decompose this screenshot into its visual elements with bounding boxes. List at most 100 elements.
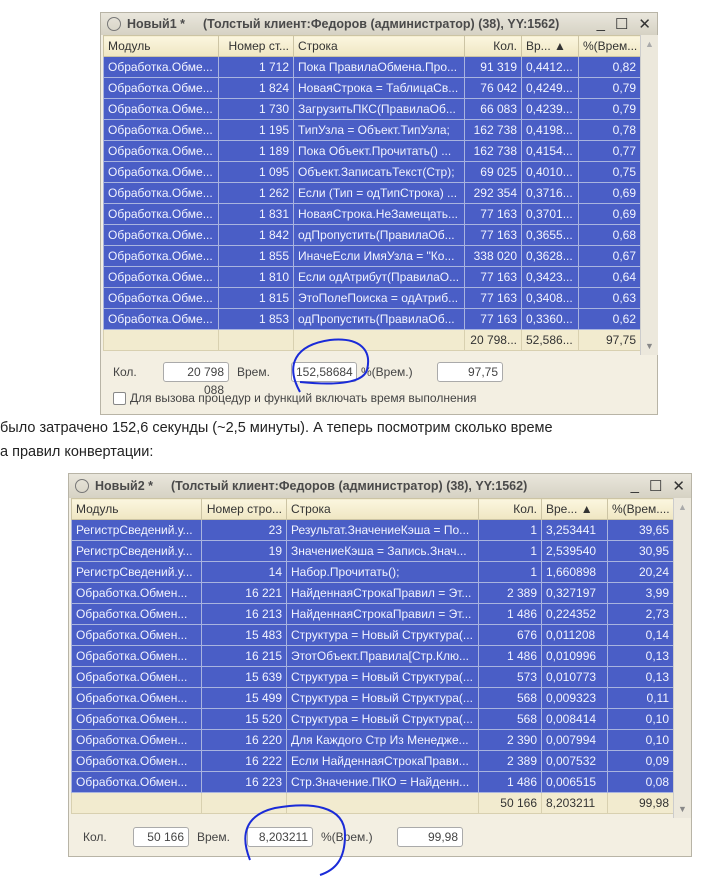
kol-field[interactable]: 50 166 bbox=[133, 827, 189, 847]
cell-time: 0,4249... bbox=[521, 77, 579, 99]
cell-code: ИначеЕсли ИмяУзла = "Ко... bbox=[293, 245, 465, 267]
cell-time-percent: 0,78 bbox=[578, 119, 641, 141]
cell-time-percent: 0,67 bbox=[578, 245, 641, 267]
table-row[interactable]: Обработка.Обме... 1 842 одПропустить(Прави… bbox=[103, 224, 641, 246]
kol-label: Кол. bbox=[113, 365, 137, 379]
cell-module: Обработка.Обмен... bbox=[71, 771, 202, 793]
cell-time: 1,660898 bbox=[541, 561, 608, 583]
table-row[interactable]: Обработка.Обме... 1 853 одПропустить(Прави… bbox=[103, 308, 641, 330]
cell-count: 162 738 bbox=[464, 119, 522, 141]
cell-count: 573 bbox=[478, 666, 542, 688]
cell-time-percent: 39,65 bbox=[607, 519, 674, 541]
table-row[interactable]: РегистрСведений.у... 19 ЗначениеКэша = Зап… bbox=[71, 540, 674, 562]
column-header-count[interactable]: Кол. bbox=[464, 35, 522, 57]
include-time-checkbox[interactable]: Для вызова процедур и функций включать в… bbox=[113, 391, 476, 405]
table-row[interactable]: Обработка.Обме... 1 824 НоваяСтрока = Табл… bbox=[103, 77, 641, 99]
table-row[interactable]: Обработка.Обме... 1 189 Пока Объект.Прочит… bbox=[103, 140, 641, 162]
table-row[interactable]: Обработка.Обме... 1 262 Если (Тип = одТипС… bbox=[103, 182, 641, 204]
table-row[interactable]: Обработка.Обме... 1 712 Пока ПравилаОбмена… bbox=[103, 56, 641, 78]
cell-module: РегистрСведений.у... bbox=[71, 561, 202, 583]
table-row[interactable]: Обработка.Обмен... 16 220 Для Каждого Стр … bbox=[71, 729, 674, 751]
column-header-count[interactable]: Кол. bbox=[478, 498, 542, 520]
table-row[interactable]: Обработка.Обмен... 16 222 Если НайденнаяСт… bbox=[71, 750, 674, 772]
maximize-button[interactable]: ☐ bbox=[615, 15, 628, 33]
cell-time: 0,3655... bbox=[521, 224, 579, 246]
table-row[interactable]: Обработка.Обме... 1 831 НоваяСтрока.НеЗаме… bbox=[103, 203, 641, 225]
total-time-percent: 97,75 bbox=[578, 329, 641, 351]
cell-time: 0,4010... bbox=[521, 161, 579, 183]
totals-panel: Кол. 50 166 Врем. 8,203211 %(Врем.) 99,9… bbox=[83, 827, 463, 847]
column-header-time-percent[interactable]: %(Врем... bbox=[578, 35, 641, 57]
column-header-time-percent[interactable]: %(Врем.... bbox=[607, 498, 674, 520]
column-header-module[interactable]: Модуль bbox=[103, 35, 219, 57]
pct-field[interactable]: 99,98 bbox=[397, 827, 463, 847]
cell-code: Структура = Новый Структура(... bbox=[286, 624, 479, 646]
column-header-code[interactable]: Строка bbox=[286, 498, 479, 520]
table-row[interactable]: Обработка.Обмен... 15 483 Структура = Новы… bbox=[71, 624, 674, 646]
cell-time-percent: 0,08 bbox=[607, 771, 674, 793]
cell-line-number: 1 855 bbox=[218, 245, 294, 267]
cell-time-percent: 0,10 bbox=[607, 729, 674, 751]
column-header-module[interactable]: Модуль bbox=[71, 498, 202, 520]
table-row[interactable]: Обработка.Обмен... 15 499 Структура = Новы… bbox=[71, 687, 674, 709]
column-header-time[interactable]: Вре... ▲ bbox=[541, 498, 608, 520]
column-header-line-number[interactable]: Номер стро... bbox=[201, 498, 287, 520]
column-header-code[interactable]: Строка bbox=[293, 35, 465, 57]
total-line-number bbox=[218, 329, 294, 351]
cell-count: 66 083 bbox=[464, 98, 522, 120]
cell-module: Обработка.Обмен... bbox=[71, 750, 202, 772]
table-row[interactable]: Обработка.Обмен... 15 639 Структура = Новы… bbox=[71, 666, 674, 688]
cell-line-number: 1 712 bbox=[218, 56, 294, 78]
table-row[interactable]: РегистрСведений.у... 23 Результат.Значение… bbox=[71, 519, 674, 541]
maximize-button[interactable]: ☐ bbox=[649, 477, 662, 495]
scrollbar[interactable]: ▲ ▼ bbox=[640, 35, 658, 355]
cell-line-number: 15 483 bbox=[201, 624, 287, 646]
cell-module: Обработка.Обме... bbox=[103, 308, 219, 330]
pct-label: %(Врем.) bbox=[321, 830, 373, 844]
pct-label: %(Врем.) bbox=[361, 365, 413, 379]
cell-time-percent: 0,63 bbox=[578, 287, 641, 309]
cell-code: ТипУзла = Объект.ТипУзла; bbox=[293, 119, 465, 141]
close-button[interactable]: ✕ bbox=[672, 477, 685, 495]
cell-time: 0,008414 bbox=[541, 708, 608, 730]
cell-time-percent: 0,82 bbox=[578, 56, 641, 78]
cell-time-percent: 0,69 bbox=[578, 182, 641, 204]
pct-field[interactable]: 97,75 bbox=[437, 362, 503, 382]
total-code bbox=[286, 792, 479, 814]
table-row[interactable]: Обработка.Обме... 1 730 ЗагрузитьПКС(Прави… bbox=[103, 98, 641, 120]
table-row[interactable]: РегистрСведений.у... 14 Набор.Прочитать();… bbox=[71, 561, 674, 583]
table-row[interactable]: Обработка.Обмен... 16 221 НайденнаяСтрокаП… bbox=[71, 582, 674, 604]
table-row[interactable]: Обработка.Обме... 1 855 ИначеЕсли ИмяУзла … bbox=[103, 245, 641, 267]
scrollbar[interactable]: ▲ ▼ bbox=[673, 498, 691, 818]
vrem-field[interactable]: 152,58684 bbox=[291, 362, 357, 382]
table-row[interactable]: Обработка.Обме... 1 815 ЭтоПолеПоиска = од… bbox=[103, 287, 641, 309]
cell-time: 0,4239... bbox=[521, 98, 579, 120]
totals-panel: Кол. 20 798 088 Врем. 152,58684 %(Врем.)… bbox=[113, 362, 503, 397]
table-row[interactable]: Обработка.Обме... 1 195 ТипУзла = Объект.Т… bbox=[103, 119, 641, 141]
cell-time-percent: 0,69 bbox=[578, 203, 641, 225]
table-row[interactable]: Обработка.Обмен... 15 520 Структура = Новы… bbox=[71, 708, 674, 730]
column-header-time[interactable]: Вр... ▲ bbox=[521, 35, 579, 57]
table-row[interactable]: Обработка.Обме... 1 810 Если одАтрибут(Пра… bbox=[103, 266, 641, 288]
minimize-button[interactable]: _ bbox=[631, 477, 639, 495]
close-button[interactable]: ✕ bbox=[638, 15, 651, 33]
cell-time: 0,327197 bbox=[541, 582, 608, 604]
clock-icon bbox=[75, 479, 89, 493]
table-row[interactable]: Обработка.Обмен... 16 213 НайденнаяСтрокаП… bbox=[71, 603, 674, 625]
vrem-field[interactable]: 8,203211 bbox=[247, 827, 313, 847]
total-time-percent: 99,98 bbox=[607, 792, 674, 814]
cell-module: Обработка.Обме... bbox=[103, 119, 219, 141]
cell-count: 77 163 bbox=[464, 224, 522, 246]
cell-count: 77 163 bbox=[464, 308, 522, 330]
column-header-line-number[interactable]: Номер ст... bbox=[218, 35, 294, 57]
kol-field[interactable]: 20 798 088 bbox=[163, 362, 229, 397]
table-row[interactable]: Обработка.Обмен... 16 223 Стр.Значение.ПКО… bbox=[71, 771, 674, 793]
minimize-button[interactable]: _ bbox=[597, 15, 605, 33]
title-bar: Новый2 * (Толстый клиент:Федоров (админи… bbox=[69, 474, 691, 498]
cell-code: Набор.Прочитать(); bbox=[286, 561, 479, 583]
cell-module: Обработка.Обме... bbox=[103, 98, 219, 120]
table-row[interactable]: Обработка.Обме... 1 095 Объект.ЗаписатьТек… bbox=[103, 161, 641, 183]
table-row[interactable]: Обработка.Обмен... 16 215 ЭтотОбъект.Прави… bbox=[71, 645, 674, 667]
total-module bbox=[71, 792, 202, 814]
checkbox[interactable] bbox=[113, 391, 126, 405]
